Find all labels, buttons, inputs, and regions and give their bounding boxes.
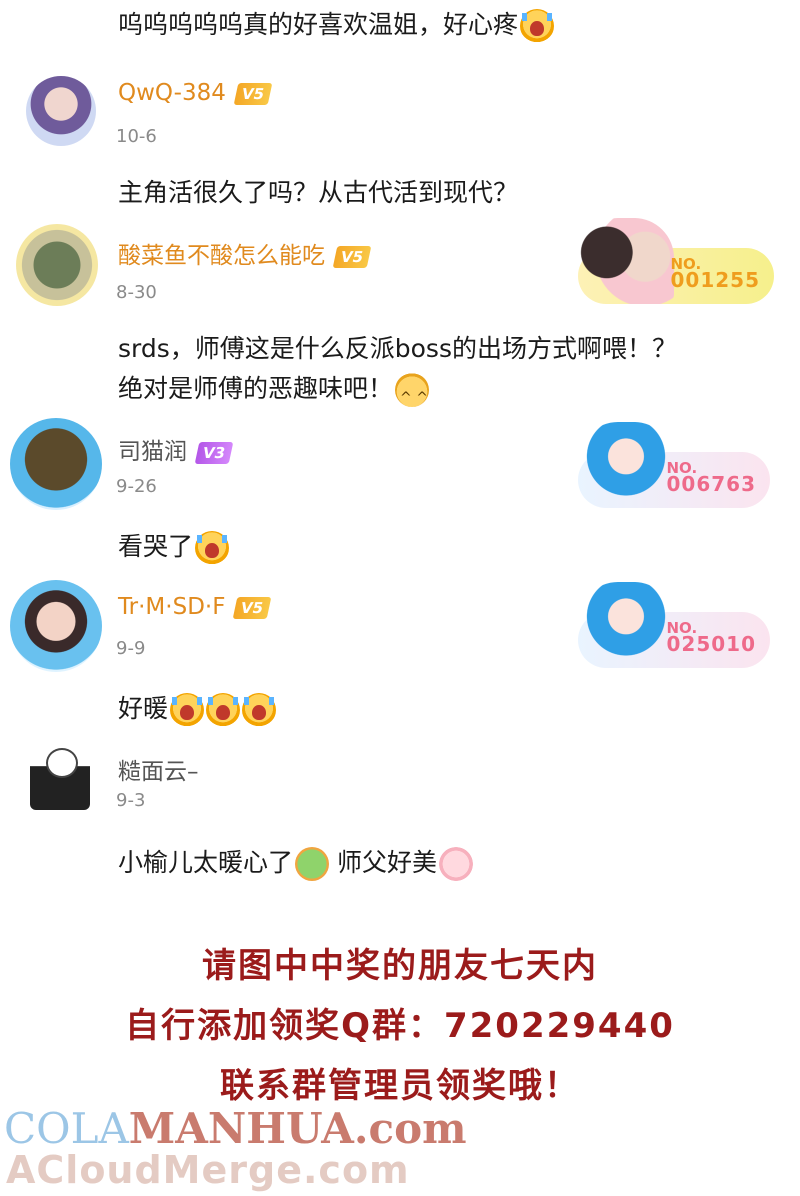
- watermark-part1: COLA: [4, 1104, 129, 1153]
- fan-number-value: 006763: [666, 472, 756, 496]
- comment-text-content: 呜呜呜呜呜真的好喜欢温姐，好心疼: [118, 10, 519, 39]
- comment-text-content: 好暖: [118, 694, 169, 723]
- fan-card-illustration: [578, 422, 674, 508]
- rabbit-hands-icon: [438, 847, 473, 881]
- username-text: Tr·M·SD·F: [118, 594, 226, 620]
- comment-text: 主角活很久了吗？从古代活到现代？: [118, 178, 519, 207]
- username-text: 酸菜鱼不酸怎么能吃: [118, 243, 325, 269]
- level-badge: V5: [233, 596, 272, 619]
- username[interactable]: 司猫润 V3: [118, 432, 234, 466]
- crying-face-icon: [170, 693, 205, 727]
- level-badge: V5: [233, 82, 273, 105]
- comment-text-content: 绝对是师傅的恶趣味吧！: [118, 374, 394, 403]
- username-text: QwQ-384: [118, 80, 226, 106]
- avatar[interactable]: [10, 418, 102, 510]
- comment-text: 呜呜呜呜呜真的好喜欢温姐，好心疼: [118, 6, 555, 44]
- notice-line-1: 请图中中奖的朋友七天内: [202, 946, 598, 986]
- crying-face-icon: [242, 693, 277, 727]
- fan-number-value: 001255: [670, 268, 760, 292]
- fan-number: NO. 001255: [670, 256, 761, 292]
- fan-card-illustration: [578, 218, 674, 304]
- avatar[interactable]: [16, 224, 98, 306]
- comment-text-content: 看哭了: [118, 532, 194, 561]
- notice-line-3: 联系群管理员领奖哦！: [220, 1066, 580, 1106]
- green-face-icon: [295, 847, 330, 881]
- watermark-part2: MANHUA.com: [128, 1104, 467, 1153]
- comment-date: 10-6: [116, 126, 157, 147]
- comment-text: 看哭了: [118, 528, 230, 566]
- comment-text-content: 小榆儿太暖心了: [118, 848, 294, 877]
- notice-line-2: 自行添加领奖Q群：720229440: [125, 1006, 675, 1046]
- comment-date: 8-30: [116, 282, 157, 303]
- level-badge: V5: [332, 245, 372, 268]
- username[interactable]: Tr·M·SD·F V5: [118, 594, 272, 620]
- comment-text-content: 师父好美: [329, 848, 437, 877]
- cat-face-icon: [395, 373, 430, 417]
- comment-text: 小榆儿太暖心了 师父好美: [118, 844, 473, 882]
- fan-number-card[interactable]: NO. 006763: [578, 422, 770, 508]
- avatar[interactable]: [30, 742, 90, 810]
- username[interactable]: QwQ-384 V5: [118, 80, 273, 106]
- comment-date: 9-9: [116, 638, 146, 659]
- username-text: 司猫润: [118, 439, 187, 465]
- avatar[interactable]: [26, 76, 96, 146]
- crying-face-icon: [206, 693, 241, 727]
- fan-number-card[interactable]: NO. 025010: [578, 582, 770, 668]
- fan-number: NO. 006763: [666, 460, 757, 496]
- comment-text: 好暖: [118, 690, 277, 728]
- comment-date: 9-26: [116, 476, 157, 497]
- fan-number: NO. 025010: [666, 620, 757, 656]
- avatar[interactable]: [10, 580, 102, 672]
- crying-face-icon: [520, 9, 555, 43]
- fan-number-card[interactable]: NO. 001255: [578, 218, 774, 304]
- watermark-logo: COLAMANHUA.com: [4, 1104, 467, 1153]
- comment-text: srds，师傅这是什么反派boss的出场方式啊喂！？: [118, 334, 677, 363]
- username[interactable]: 糙面云–: [118, 752, 199, 786]
- fan-card-illustration: [578, 582, 674, 668]
- level-badge: V3: [194, 441, 234, 464]
- watermark-text: ACloudMerge.com: [6, 1148, 410, 1192]
- comment-text-line2: 绝对是师傅的恶趣味吧！: [118, 370, 430, 417]
- username[interactable]: 酸菜鱼不酸怎么能吃 V5: [118, 236, 372, 270]
- fan-number-value: 025010: [666, 632, 756, 656]
- crying-face-icon: [195, 531, 230, 565]
- comment-date: 9-3: [116, 790, 146, 811]
